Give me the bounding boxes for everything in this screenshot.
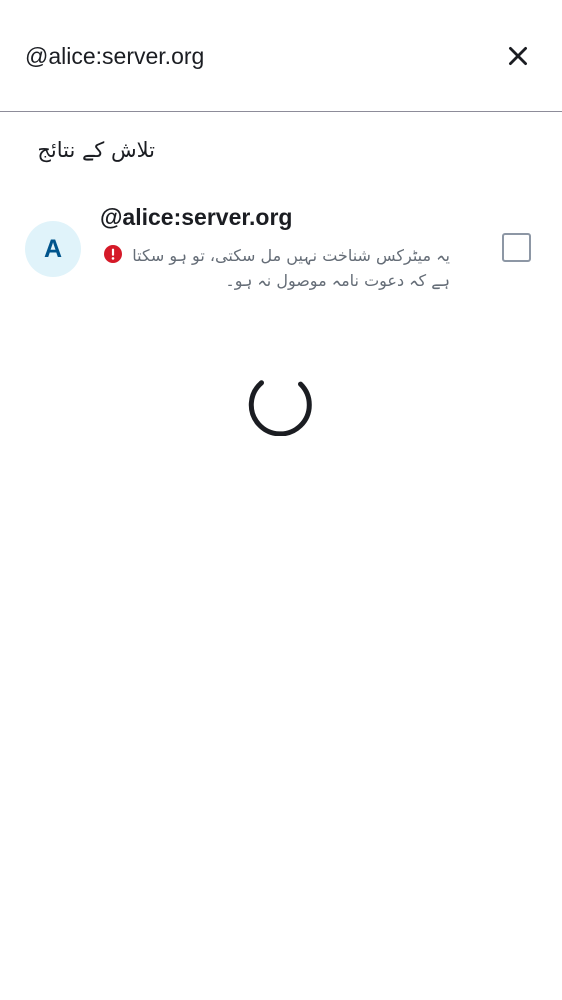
close-button[interactable] <box>494 32 542 80</box>
avatar: A <box>25 221 81 277</box>
avatar-letter: A <box>43 234 63 263</box>
user-id: @alice:server.org <box>100 204 293 230</box>
warning-text: یہ میٹرکس شناخت نہیں مل سکتی، تو ہو سکتا… <box>132 246 450 290</box>
close-icon <box>509 47 527 65</box>
list-item[interactable]: A @alice:server.org یہ میٹرکس شناخت نہیں… <box>0 196 562 300</box>
error-icon <box>104 245 122 263</box>
section-title: تلاش کے نتائج <box>37 138 155 162</box>
spinner-icon <box>248 380 312 436</box>
select-checkbox[interactable] <box>502 233 531 262</box>
invite-dialog: تلاش کے نتائج A @alice:server.org یہ میٹ… <box>0 0 562 1000</box>
search-header <box>0 0 562 112</box>
search-input[interactable] <box>25 34 465 78</box>
